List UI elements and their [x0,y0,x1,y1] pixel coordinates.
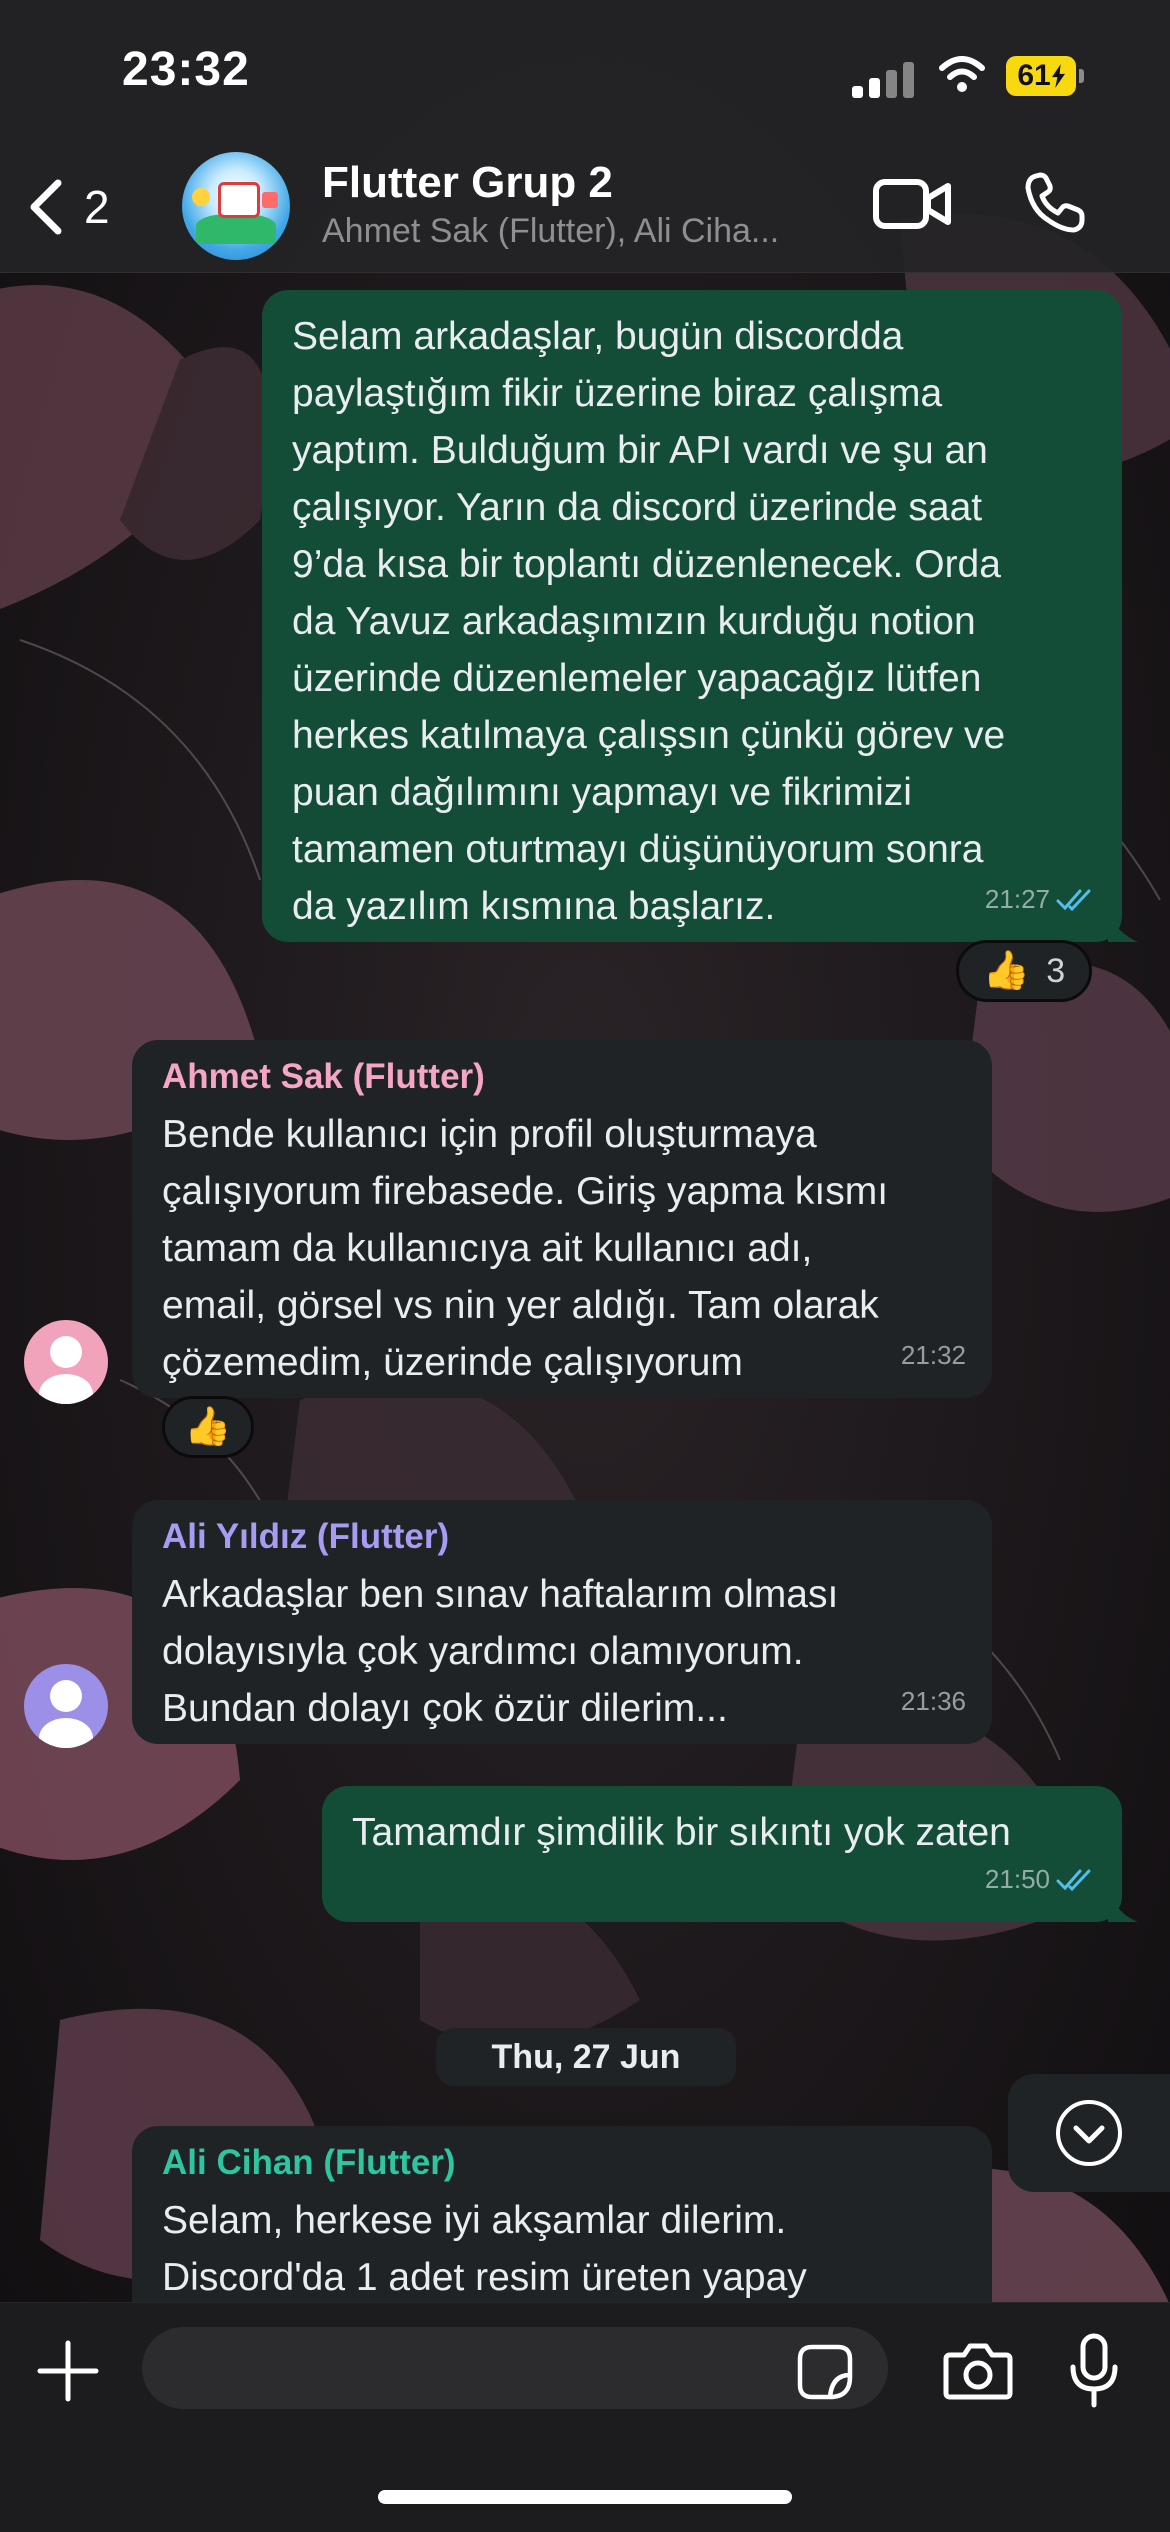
cellular-signal-icon [852,60,914,98]
thumbs-up-emoji: 👍 [184,1406,232,1448]
message-text: Selam arkadaşlar, bugün discordda paylaş… [292,315,1006,928]
sender-name[interactable]: Ali Cihan (Flutter) [162,2140,966,2186]
message-time: 21:32 [900,1340,966,1370]
message-time: 21:27 [984,884,1050,914]
wifi-icon [939,56,985,92]
thumbs-up-emoji: 👍 [982,950,1031,992]
phone-icon[interactable] [1022,170,1088,236]
message-meta: 21:36 [901,1673,966,1730]
chevron-down-circle-icon [1056,2100,1122,2166]
bubble-tail [1108,912,1138,942]
message-bubble-outgoing[interactable]: Tamamdır şimdilik bir sıkıntı yok zaten … [322,1786,1122,1922]
group-avatar[interactable] [182,152,290,260]
date-separator: Thu, 27 Jun [436,2028,736,2086]
message-meta: 21:50 [985,1851,1096,1908]
battery-indicator: 61 [1006,56,1084,96]
message-bubble-incoming[interactable]: Ali Yıldız (Flutter) Arkadaşlar ben sına… [132,1500,992,1744]
message-text: Tamamdır şimdilik bir sıkıntı yok zaten [352,1811,1011,1854]
group-title[interactable]: Flutter Grup 2 [322,158,613,208]
sender-name[interactable]: Ali Yıldız (Flutter) [162,1514,966,1560]
sticker-icon[interactable] [796,2343,854,2401]
message-meta: 21:32 [901,1327,966,1384]
plus-icon[interactable] [36,2339,100,2403]
group-members[interactable]: Ahmet Sak (Flutter), Ali Ciha... [322,212,832,251]
video-camera-icon[interactable] [872,174,952,234]
avatar[interactable] [24,1664,108,1748]
message-meta: 21:27 [985,871,1096,928]
reaction-chip[interactable]: 👍 [162,1396,254,1458]
reaction-chip[interactable]: 👍 3 [956,940,1092,1002]
charging-bolt-icon [1051,64,1065,88]
message-text: Arkadaşlar ben sınav haftalarım olması d… [162,1573,839,1730]
avatar[interactable] [24,1320,108,1404]
sender-name[interactable]: Ahmet Sak (Flutter) [162,1054,966,1100]
back-button[interactable]: 2 [22,172,152,242]
microphone-icon[interactable] [1068,2333,1120,2409]
chevron-left-icon [30,179,62,235]
chat-header: 23:32 61 2 Flutter Grup 2 Ahmet Sak (Flu… [0,0,1170,273]
message-time: 21:50 [984,1864,1050,1894]
message-text: Bende kullanıcı için profil oluşturmaya … [162,1113,889,1384]
home-indicator[interactable] [378,2490,792,2504]
double-check-icon [1056,1869,1091,1891]
message-input[interactable] [142,2327,888,2409]
chat-screen: 23:32 61 2 Flutter Grup 2 Ahmet Sak (Flu… [0,0,1170,2532]
message-time: 21:36 [900,1686,966,1716]
bubble-tail [1108,1892,1138,1922]
unread-count: 2 [84,181,110,233]
reaction-count: 3 [1046,951,1066,990]
message-bubble-incoming[interactable]: Ahmet Sak (Flutter) Bende kullanıcı için… [132,1040,992,1398]
camera-icon[interactable] [942,2341,1014,2401]
message-text: Selam, herkese iyi akşamlar dilerim. Dis… [162,2199,807,2299]
battery-level: 61 [1017,59,1051,92]
message-bubble-outgoing[interactable]: Selam arkadaşlar, bugün discordda paylaş… [262,290,1122,942]
status-time: 23:32 [122,43,250,96]
double-check-icon [1056,889,1091,911]
scroll-to-bottom-button[interactable] [1008,2074,1170,2192]
